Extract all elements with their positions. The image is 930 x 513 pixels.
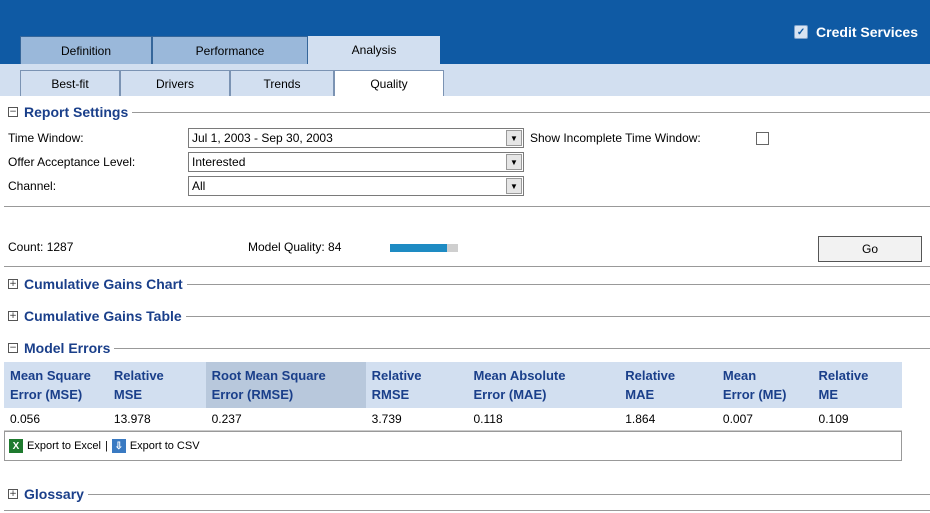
tab-label: Definition (60, 43, 112, 58)
export-toolbar: X Export to Excel | ⇩ Export to CSV (4, 431, 902, 461)
dropdown-arrow-icon[interactable]: ▼ (506, 130, 522, 146)
column-header: Relative RMSE (365, 362, 468, 408)
tab-label: Quality (370, 76, 408, 91)
count-label: Count: 1287 (8, 240, 74, 254)
section-title: Cumulative Gains Chart (24, 276, 183, 292)
go-label: Go (861, 242, 878, 256)
table-cell: 0.109 (812, 408, 902, 431)
column-header: Mean Absolute Error (MAE) (467, 362, 620, 408)
offer-acceptance-label: Offer Acceptance Level: (8, 155, 136, 169)
expand-icon[interactable]: + (8, 311, 18, 321)
offer-acceptance-select[interactable]: Interested ▼ (188, 152, 524, 172)
divider (114, 347, 930, 349)
channel-row: Channel: (8, 176, 56, 196)
separator: | (104, 440, 108, 452)
time-window-select[interactable]: Jul 1, 2003 - Sep 30, 2003 ▼ (188, 128, 524, 148)
secondary-tabs: Best-fit Drivers Trends Quality (0, 64, 930, 96)
glossary-header[interactable]: + Glossary (4, 484, 930, 504)
go-button[interactable]: Go (818, 236, 922, 262)
table-cell: 0.237 (205, 408, 366, 431)
model-errors-panel: Mean Square Error (MSE) Relative MSE Root … (4, 362, 902, 461)
divider (4, 510, 930, 511)
tab-label: Performance (195, 43, 265, 58)
show-incomplete-label: Show Incomplete Time Window: (530, 131, 701, 145)
model-quality-fill (390, 244, 448, 252)
section-title: Glossary (24, 486, 84, 502)
section-title: Cumulative Gains Table (24, 308, 182, 324)
expand-icon[interactable]: + (8, 489, 18, 499)
section-title: Model Errors (24, 340, 111, 356)
table-cell: 0.118 (467, 408, 620, 431)
model-errors-header[interactable]: − Model Errors (4, 338, 930, 358)
time-window-label: Time Window: (8, 131, 84, 145)
tab-performance[interactable]: Performance (152, 36, 308, 64)
export-csv-link[interactable]: Export to CSV (130, 440, 200, 452)
model-errors-table: Mean Square Error (MSE) Relative MSE Root … (4, 362, 902, 431)
model-quality-bar (390, 244, 458, 252)
tab-label: Trends (263, 76, 301, 91)
tab-label: Drivers (156, 76, 194, 91)
primary-tabs: Definition Performance Analysis (0, 36, 930, 64)
cumulative-gains-chart-header[interactable]: + Cumulative Gains Chart (4, 274, 930, 294)
dropdown-arrow-icon[interactable]: ▼ (506, 178, 522, 194)
tab-label: Best-fit (51, 76, 89, 91)
column-header: Mean Error (ME) (716, 362, 813, 408)
channel-label: Channel: (8, 179, 57, 193)
channel-select[interactable]: All ▼ (188, 176, 524, 196)
divider (185, 315, 930, 317)
offer-acceptance-value: Interested (192, 155, 246, 169)
show-incomplete-checkbox[interactable] (756, 132, 769, 145)
model-quality-label: Model Quality: 84 (248, 240, 342, 254)
column-header: Mean Square Error (MSE) (4, 362, 108, 408)
divider (4, 266, 930, 267)
table-cell: 0.056 (4, 408, 108, 431)
tab-analysis[interactable]: Analysis (308, 36, 440, 64)
table-cell: 3.739 (365, 408, 468, 431)
time-window-row: Time Window: (8, 128, 84, 148)
divider (4, 206, 930, 207)
main-content: − Report Settings Time Window: Jul 1, 20… (4, 96, 930, 511)
model-quality-text: Model Quality: 84 (248, 237, 341, 257)
expand-icon[interactable]: + (8, 279, 18, 289)
tab-quality[interactable]: Quality (334, 70, 444, 96)
table-cell: 1.864 (619, 408, 717, 431)
collapse-icon[interactable]: − (8, 343, 18, 353)
excel-icon[interactable]: X (9, 439, 23, 453)
show-incomplete-row: Show Incomplete Time Window: (530, 128, 701, 148)
divider (186, 283, 930, 285)
offer-acceptance-row: Offer Acceptance Level: (8, 152, 135, 172)
report-settings-panel: Time Window: Jul 1, 2003 - Sep 30, 2003 … (4, 96, 930, 226)
cumulative-gains-table-header[interactable]: + Cumulative Gains Table (4, 306, 930, 326)
table-cell: 0.007 (716, 408, 813, 431)
tab-definition[interactable]: Definition (20, 36, 152, 64)
time-window-value: Jul 1, 2003 - Sep 30, 2003 (192, 131, 333, 145)
tab-trends[interactable]: Trends (230, 70, 334, 96)
channel-value: All (192, 179, 206, 193)
table-cell: 13.978 (107, 408, 206, 431)
column-header: Relative MAE (619, 362, 717, 408)
tab-label: Analysis (351, 43, 397, 57)
csv-icon[interactable]: ⇩ (111, 439, 126, 453)
column-header: Relative ME (812, 362, 902, 408)
dropdown-arrow-icon[interactable]: ▼ (506, 154, 522, 170)
table-row: 0.056 13.978 0.237 3.739 0.118 1.864 0.0… (4, 408, 902, 431)
export-excel-link[interactable]: Export to Excel (27, 440, 101, 452)
divider (87, 493, 930, 495)
table-header-row: Mean Square Error (MSE) Relative MSE Root … (4, 362, 902, 408)
count-text: Count: 1287 (8, 237, 73, 257)
tab-best-fit[interactable]: Best-fit (20, 70, 120, 96)
tab-drivers[interactable]: Drivers (120, 70, 230, 96)
column-header: Relative MSE (107, 362, 206, 408)
column-header: Root Mean Square Error (RMSE) (205, 362, 366, 408)
